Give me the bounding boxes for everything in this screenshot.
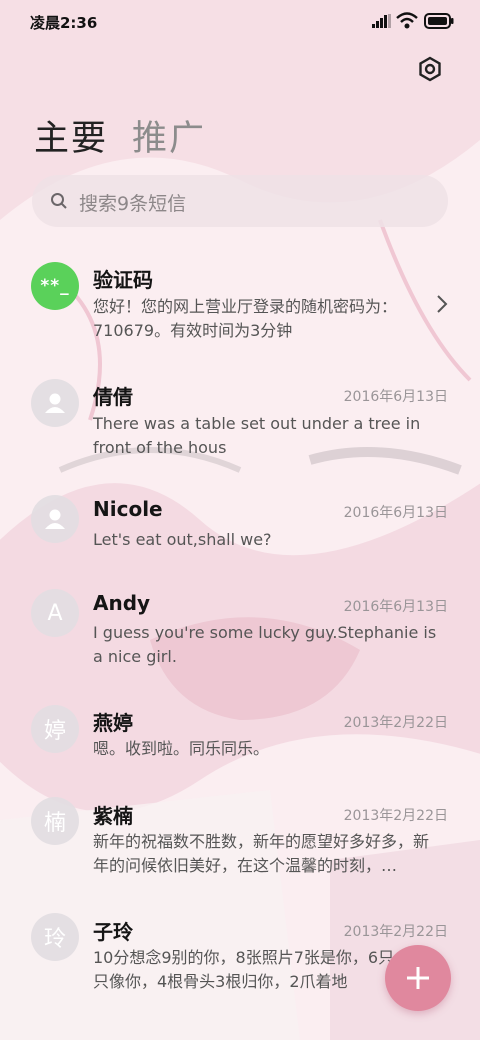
contact-avatar: 楠 [31, 797, 79, 845]
new-message-button[interactable] [385, 945, 451, 1011]
cellular-signal-icon [372, 14, 391, 28]
status-bar: 凌晨2:36 [0, 0, 480, 44]
conversation-preview: 嗯。收到啦。同乐同乐。 [93, 739, 270, 758]
conversation-name: Nicole [93, 497, 163, 521]
conversation-preview: Let's eat out,shall we? [93, 530, 272, 549]
conversation-preview: I guess you're some lucky guy.Stephanie … [93, 623, 437, 666]
tab-main[interactable]: 主要 [34, 110, 108, 161]
search-icon [51, 193, 67, 209]
contact-avatar: A [31, 589, 79, 637]
status-time: 凌晨2:36 [30, 14, 98, 32]
conversation-date: 2016年6月13日 [343, 389, 448, 405]
conversation-date: 2016年6月13日 [343, 505, 448, 521]
search-placeholder: 搜索9条短信 [79, 193, 187, 215]
contact-avatar: 玲 [31, 913, 79, 961]
contact-avatar: 婷 [31, 705, 79, 753]
contact-avatar [31, 495, 79, 543]
chevron-right-icon[interactable] [436, 294, 448, 314]
person-icon [45, 509, 65, 529]
conversation-name: 倩倩 [93, 385, 133, 409]
battery-icon [424, 13, 454, 29]
conversation-date: 2013年2月22日 [343, 808, 448, 824]
conversation-preview: There was a table set out under a tree i… [93, 414, 421, 457]
conversation-date: 2013年2月22日 [343, 924, 448, 940]
tab-promotions[interactable]: 推广 [132, 110, 206, 161]
conversation-date: 2016年6月13日 [343, 599, 448, 615]
conversation-name: 燕婷 [93, 711, 133, 735]
person-icon [45, 393, 65, 413]
conversation-name: 子玲 [93, 920, 133, 944]
conversation-name: Andy [93, 591, 151, 615]
conversation-preview: 您好！您的网上营业厅登录的随机密码为：710679。有效时间为3分钟 [93, 297, 398, 340]
conversation-name: 验证码 [93, 268, 153, 292]
plus-icon [407, 967, 429, 989]
search-bar[interactable]: 搜索9条短信 [32, 175, 448, 227]
settings-icon[interactable] [417, 56, 443, 82]
wifi-icon [396, 12, 418, 29]
conversation-name: 紫楠 [93, 804, 133, 828]
verification-code-avatar: **_ [31, 262, 79, 310]
conversation-date: 2013年2月22日 [343, 715, 448, 731]
conversation-preview: 新年的祝福数不胜数，新年的愿望好多好多，新年的问候依旧美好，在这个温馨的时刻，… [93, 832, 430, 875]
contact-avatar [31, 379, 79, 427]
